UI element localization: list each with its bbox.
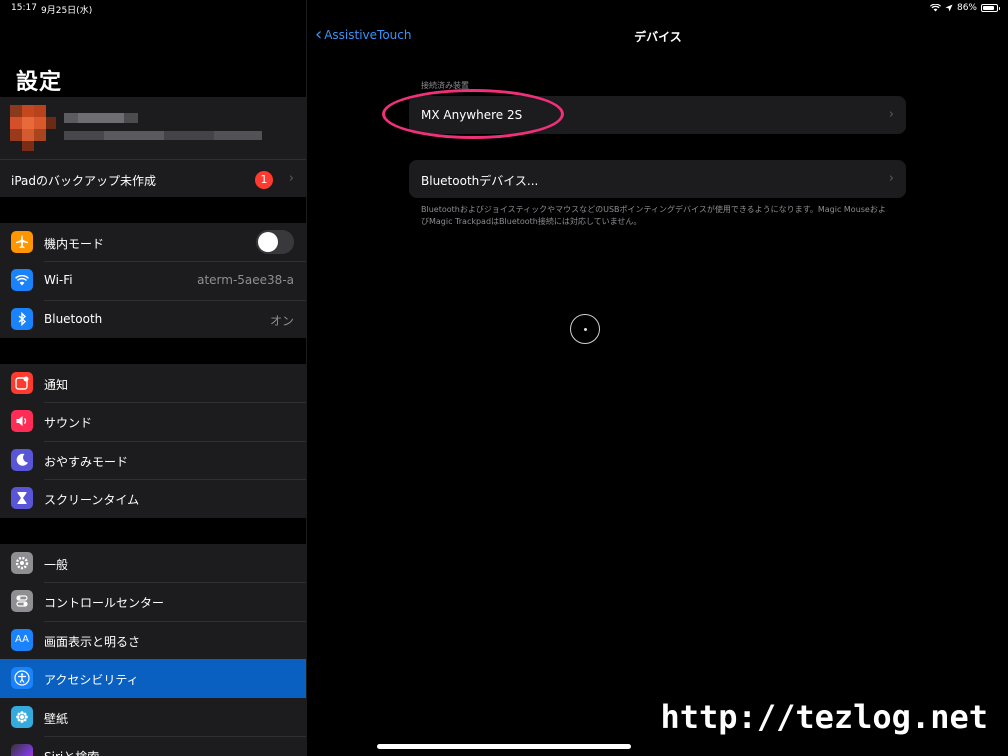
sidebar-item-do-not-disturb[interactable]: おやすみモード [0,440,306,479]
backup-label: iPadのバックアップ未作成 [11,174,157,188]
highlight-circle-annotation [382,89,564,139]
backup-warning-row[interactable]: iPadのバックアップ未作成 1 › [0,159,306,197]
sidebar-group-general: 一般 コントロールセンター AA 画面表示と明るさ アクセシビリティ 壁紙 [0,544,306,756]
sidebar-item-label: サウンド [44,416,93,431]
chevron-right-icon: › [288,171,294,186]
bluetooth-devices-row[interactable]: Bluetoothデバイス... › [409,160,906,198]
display-icon: AA [11,628,33,651]
sidebar-item-label: 一般 [44,558,69,572]
sidebar-item-notifications[interactable]: 通知 [0,364,306,402]
sidebar-item-wallpaper[interactable]: 壁紙 [0,698,306,736]
avatar [10,105,56,151]
sidebar-group-connectivity: 機内モード Wi-Fi aterm-5aee38-a Bluetooth オン [0,223,306,339]
wifi-status-icon [929,4,941,12]
wifi-network-name: aterm-5aee38-a [197,273,294,288]
chevron-right-icon: › [888,171,894,186]
home-indicator[interactable] [377,744,631,749]
sound-icon [11,410,33,433]
bluetooth-icon [11,307,33,330]
page-title: デバイス [634,30,682,44]
sidebar-item-wifi[interactable]: Wi-Fi aterm-5aee38-a [0,261,306,299]
gear-icon [11,552,33,574]
sidebar-item-label: アクセシビリティ [44,673,139,688]
sidebar-title: 設定 [16,70,63,95]
detail-pane: ‹ AssistiveTouch デバイス 接続済み装置 MX Anywhere… [306,0,1008,756]
sidebar-item-label: 壁紙 [44,711,69,726]
sidebar-item-siri-search[interactable]: Siriと検索 [0,735,306,756]
sidebar-item-label: コントロールセンター [44,596,165,611]
toggle-knob [258,232,278,252]
sidebar-group-notifications: 通知 サウンド おやすみモード スクリーンタイム [0,364,306,518]
sidebar-item-label: 画面表示と明るさ [44,634,141,649]
bluetooth-status: オン [269,313,294,328]
accessibility-icon [11,667,33,690]
sidebar-item-sounds[interactable]: サウンド [0,402,306,440]
wifi-icon [11,269,33,292]
pointer-cursor-icon [570,314,600,344]
wallpaper-icon [11,705,33,728]
profile-cell-blurred[interactable] [0,97,306,159]
hourglass-icon [11,487,33,510]
pointer-dot [583,327,587,331]
sidebar-item-screen-time[interactable]: スクリーンタイム [0,479,306,517]
status-right: 86% [929,3,1000,13]
airplane-mode-toggle[interactable] [256,230,294,254]
section-footer-text: BluetoothおよびジョイスティックやマウスなどのUSBポインティングデバイ… [421,205,886,226]
sidebar-item-airplane-mode[interactable]: 機内モード [0,223,306,261]
sidebar-item-label: 通知 [44,378,69,392]
battery-percent: 86% [956,3,977,13]
sidebar-item-accessibility[interactable]: アクセシビリティ [0,659,306,698]
status-bar: 15:17 9月25日(水) 86% [0,0,1008,18]
status-time: 15:17 [11,3,37,13]
sidebar-item-general[interactable]: 一般 [0,544,306,582]
sidebar-item-label: スクリーンタイム [44,493,140,508]
chevron-right-icon: › [888,107,894,122]
sidebar-item-display-brightness[interactable]: AA 画面表示と明るさ [0,620,306,659]
sidebar-item-label: Bluetooth [44,311,103,326]
backup-badge: 1 [255,171,273,189]
sidebar-item-bluetooth[interactable]: Bluetooth オン [0,299,306,338]
location-icon [945,4,953,12]
watermark: http://tezlog.net [660,698,988,736]
sidebar-item-control-center[interactable]: コントロールセンター [0,582,306,620]
moon-icon [11,448,33,471]
airplane-icon [11,231,33,253]
sidebar-item-label: Siriと検索 [44,748,99,756]
battery-fill [983,6,995,10]
bluetooth-devices-label: Bluetoothデバイス... [421,174,539,188]
status-date: 9月25日(水) [41,6,93,16]
battery-icon [981,4,1000,12]
sidebar-item-label: Wi-Fi [44,273,73,288]
sidebar-item-label: 機内モード [44,237,105,251]
control-center-icon [11,590,33,613]
notifications-icon [11,372,33,394]
sidebar-item-label: おやすみモード [44,454,129,469]
settings-sidebar: 設定 iPadのバックアップ未作成 1 › 機内モード Wi-Fi aterm-… [0,0,306,756]
siri-icon [11,743,33,756]
